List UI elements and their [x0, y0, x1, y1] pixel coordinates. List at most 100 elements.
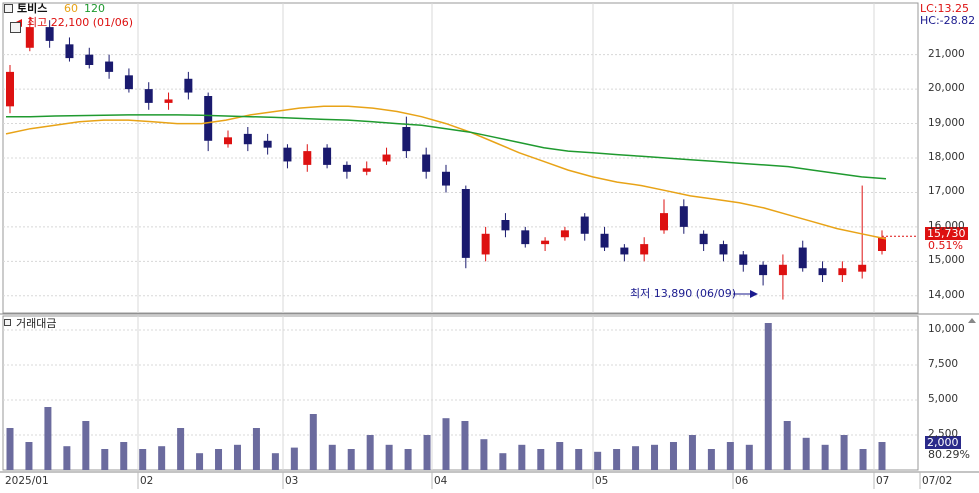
- volume-bar: [404, 449, 412, 470]
- calendar-icon[interactable]: [10, 22, 21, 33]
- candle-body: [778, 264, 787, 276]
- time-axis-tick: 03: [285, 475, 299, 487]
- time-axis-tick: 04: [434, 475, 448, 487]
- volume-bar: [233, 444, 241, 470]
- candle-body: [45, 27, 54, 41]
- ticker-label: 토비스: [17, 2, 48, 15]
- volume-bar: [385, 444, 393, 470]
- volume-bar: [745, 444, 753, 470]
- volume-bar: [556, 442, 564, 470]
- volume-pct: 80.29%: [928, 448, 970, 461]
- candle-body: [798, 247, 807, 269]
- volume-bar: [726, 442, 734, 470]
- candle-body: [224, 137, 232, 145]
- volume-axis-tick: 5,000: [928, 393, 959, 405]
- price-change: 0.51%: [928, 239, 963, 252]
- volume-bar: [63, 446, 71, 470]
- volume-bar: [309, 414, 317, 470]
- candle-body: [124, 75, 133, 90]
- menu-icon[interactable]: [4, 4, 13, 13]
- candle-body: [422, 154, 431, 172]
- volume-bar: [632, 446, 640, 470]
- volume-bar: [613, 449, 621, 470]
- candle-body: [481, 233, 490, 255]
- volume-bar: [651, 444, 659, 470]
- volume-bar: [215, 449, 223, 470]
- candle-body: [660, 213, 668, 231]
- candle-body: [204, 96, 213, 141]
- volume-bar: [423, 435, 431, 470]
- volume-bar: [139, 449, 147, 470]
- volume-bar: [328, 444, 336, 470]
- volume-title: 거래대금: [16, 317, 57, 330]
- candle-body: [184, 78, 193, 93]
- time-axis-tick: 2025/01: [5, 475, 49, 487]
- candle-body: [283, 147, 292, 162]
- volume-bar: [575, 449, 583, 470]
- time-axis-tick: 07: [876, 475, 890, 487]
- price-axis-tick: 14,000: [928, 288, 965, 301]
- chart-canvas: [0, 2, 979, 489]
- candle-body: [838, 268, 847, 276]
- candle-body: [362, 168, 371, 172]
- candle-body: [382, 154, 391, 162]
- volume-bar: [290, 447, 298, 470]
- time-axis-tick: 02: [140, 475, 154, 487]
- price-axis-tick: 16,000: [928, 219, 965, 232]
- price-axis-tick: 18,000: [928, 151, 965, 163]
- candle-body: [243, 133, 252, 145]
- collapse-icon[interactable]: [968, 318, 976, 323]
- volume-bar: [878, 442, 886, 470]
- candle-body: [560, 230, 569, 238]
- candle-body: [699, 233, 708, 245]
- candle-body: [739, 254, 748, 265]
- candle-body: [461, 189, 470, 258]
- volume-axis-tick: 10,000: [928, 323, 965, 335]
- candle-body: [620, 247, 629, 255]
- time-axis-tick: 07/02: [922, 475, 953, 487]
- volume-axis-tick: 7,500: [928, 358, 959, 370]
- volume-bar: [44, 407, 52, 470]
- volume-bar: [25, 442, 33, 470]
- volume-bar: [461, 421, 469, 470]
- volume-bar: [783, 421, 791, 470]
- volume-bar: [859, 449, 867, 470]
- low-annotation: 최저 13,890 (06/09): [630, 287, 737, 300]
- volume-bar: [840, 435, 848, 470]
- volume-bar: [499, 453, 507, 470]
- volume-bar: [442, 418, 450, 470]
- candle-body: [501, 220, 510, 231]
- candle-body: [858, 264, 867, 272]
- candle-body: [818, 268, 827, 276]
- candle-body: [402, 127, 411, 152]
- time-axis-tick: 06: [735, 475, 749, 487]
- candle-body: [541, 240, 550, 245]
- volume-bar: [764, 323, 772, 470]
- candle-body: [521, 230, 530, 245]
- candle-body: [679, 206, 688, 227]
- candle-body: [164, 99, 173, 103]
- candle-body: [580, 216, 589, 234]
- price-axis-tick: 20,000: [928, 82, 965, 95]
- candle-body: [263, 140, 272, 148]
- price-axis-tick: 21,000: [928, 47, 965, 60]
- volume-bar: [366, 435, 374, 470]
- volume-panel-frame: [2, 315, 919, 471]
- volume-bar: [594, 451, 602, 470]
- candle-body: [105, 61, 114, 72]
- candle-body: [719, 244, 728, 255]
- candle-body: [25, 27, 34, 48]
- volume-bar: [177, 428, 185, 470]
- low-marker-arrow: [750, 290, 758, 298]
- price-axis-tick: 17,000: [928, 185, 965, 198]
- time-axis-tick: 05: [595, 475, 609, 487]
- volume-bar: [669, 442, 677, 470]
- candle-body: [640, 244, 649, 255]
- volume-bar: [120, 442, 128, 470]
- volume-bar: [821, 444, 829, 470]
- candle-body: [442, 171, 450, 186]
- volume-bar: [707, 449, 715, 470]
- candle-body: [303, 151, 312, 165]
- volume-bar: [101, 449, 109, 470]
- volume-menu-icon[interactable]: [4, 319, 11, 326]
